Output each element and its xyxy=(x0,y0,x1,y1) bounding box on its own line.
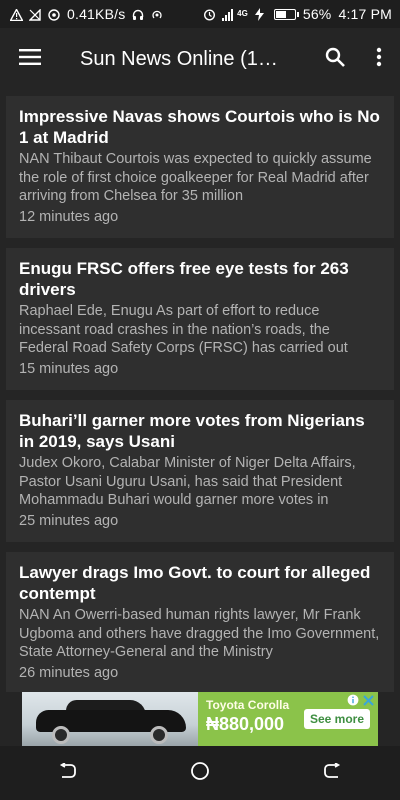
alarm-icon xyxy=(203,8,216,21)
news-feed[interactable]: Impressive Navas shows Courtois who is N… xyxy=(0,90,400,692)
charging-icon xyxy=(254,8,267,21)
menu-button[interactable] xyxy=(0,28,60,90)
status-bar-right: 4G 56% 4:17 PM xyxy=(203,6,392,22)
article-time: 25 minutes ago xyxy=(19,512,119,529)
search-icon xyxy=(325,47,345,72)
article-excerpt: Raphael Ede, Enugu As part of effort to … xyxy=(19,303,348,356)
ad-see-more-button[interactable]: See more xyxy=(303,709,370,729)
network-type: 4G xyxy=(237,9,248,18)
ad-car-image[interactable] xyxy=(22,692,198,746)
headphones-icon xyxy=(132,8,144,20)
battery-percent: 56% xyxy=(302,6,332,22)
more-options-button[interactable] xyxy=(358,28,400,90)
nav-back-button[interactable] xyxy=(37,746,97,800)
article-excerpt: NAN Thibaut Courtois was expected to qui… xyxy=(19,151,372,204)
hamburger-icon xyxy=(19,48,41,70)
status-bar-left: 0.41KB/s xyxy=(9,6,163,22)
home-icon xyxy=(190,761,210,786)
nav-home-button[interactable] xyxy=(170,746,230,800)
back-icon xyxy=(58,761,76,784)
app-title: Sun News Online (1… xyxy=(80,47,278,70)
article-card[interactable]: Buhari’ll garner more votes from Nigeria… xyxy=(6,400,394,542)
status-bar: 0.41KB/s 4G 56% 4:17 PM xyxy=(0,0,400,28)
clock: 4:17 PM xyxy=(338,6,392,22)
nav-recents-button[interactable] xyxy=(303,746,363,800)
article-title: Lawyer drags Imo Govt. to court for alle… xyxy=(19,563,371,603)
article-title: Buhari’ll garner more votes from Nigeria… xyxy=(19,411,365,451)
article-excerpt: NAN An Owerri-based human rights lawyer,… xyxy=(19,607,380,660)
ad-info[interactable]: Toyota Corolla ₦880,000 See more xyxy=(198,692,378,746)
article-time: 15 minutes ago xyxy=(19,360,119,377)
warning-icon xyxy=(9,8,24,22)
article-time: 26 minutes ago xyxy=(19,664,119,681)
car-wheel xyxy=(52,726,70,744)
article-time: 12 minutes ago xyxy=(19,208,119,225)
article-excerpt: Judex Okoro, Calabar Minister of Niger D… xyxy=(19,455,356,508)
car-wheel xyxy=(150,726,168,744)
article-title: Enugu FRSC offers free eye tests for 263… xyxy=(19,259,349,299)
recents-icon xyxy=(324,761,342,784)
no-sim-icon xyxy=(28,8,41,21)
battery-icon xyxy=(273,8,299,20)
system-nav-bar xyxy=(0,746,400,800)
article-card[interactable]: Enugu FRSC offers free eye tests for 263… xyxy=(6,248,394,390)
app-bar: Sun News Online (1… xyxy=(0,28,400,90)
hotspot-icon xyxy=(151,8,163,20)
ad-banner[interactable]: Toyota Corolla ₦880,000 See more xyxy=(22,692,378,746)
more-vertical-icon xyxy=(376,47,382,72)
data-saver-icon xyxy=(48,8,60,21)
signal-icon xyxy=(222,8,234,21)
article-card[interactable]: Impressive Navas shows Courtois who is N… xyxy=(6,96,394,238)
battery-fill xyxy=(275,10,286,18)
article-title: Impressive Navas shows Courtois who is N… xyxy=(19,107,380,147)
article-card[interactable]: Lawyer drags Imo Govt. to court for alle… xyxy=(6,552,394,692)
search-button[interactable] xyxy=(312,28,358,90)
network-speed: 0.41KB/s xyxy=(67,6,126,22)
